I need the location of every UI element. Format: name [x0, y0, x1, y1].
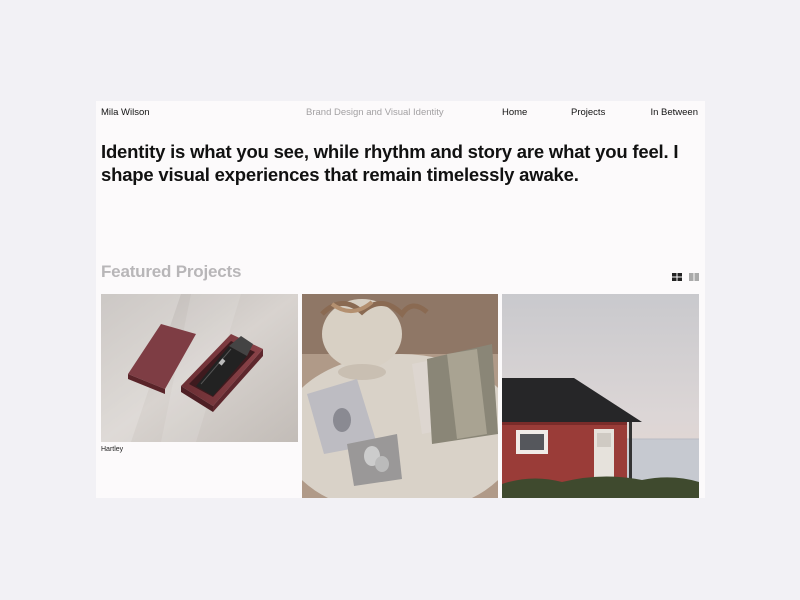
- brand-tagline: Brand Design and Visual Identity: [306, 107, 444, 118]
- nav-link-in-between[interactable]: In Between: [650, 107, 698, 119]
- website-frame: Mila Wilson Brand Design and Visual Iden…: [96, 101, 705, 498]
- project-image-hartley: [101, 294, 298, 442]
- grid-view-icon[interactable]: [672, 268, 682, 281]
- project-image-red-house: [502, 294, 699, 498]
- brand-name[interactable]: Mila Wilson: [101, 107, 150, 119]
- project-card-still-life[interactable]: [302, 294, 498, 498]
- project-card-hartley[interactable]: Hartley: [101, 294, 298, 498]
- columns-view-icon[interactable]: [689, 268, 699, 281]
- featured-projects-title: Featured Projects: [101, 262, 242, 281]
- top-navigation: Mila Wilson Brand Design and Visual Iden…: [101, 107, 698, 119]
- nav-link-home[interactable]: Home: [502, 107, 527, 119]
- project-card-red-house[interactable]: [502, 294, 699, 498]
- project-label-hartley: Hartley: [101, 446, 124, 453]
- hero-headline: Identity is what you see, while rhythm a…: [101, 141, 679, 185]
- nav-link-projects[interactable]: Projects: [571, 107, 605, 119]
- project-image-still-life: [302, 294, 498, 498]
